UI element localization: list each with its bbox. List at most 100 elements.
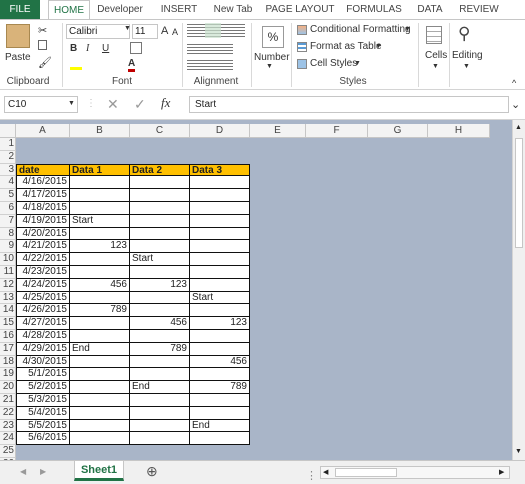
chevron-down-icon[interactable]: ▼ (463, 63, 470, 70)
worksheet[interactable]: A B C D E F G H 1 2 3 4 5 6 7 8 9 10 11 12 13 14 15 16 17 18 19 20 2… (0, 120, 525, 471)
vertical-scroll-thumb[interactable] (515, 138, 523, 248)
data-cell[interactable] (70, 176, 130, 190)
horizontal-align-icons[interactable] (187, 44, 233, 54)
data-cell[interactable]: 789 (70, 304, 130, 318)
data-cell[interactable] (70, 368, 130, 382)
row-header-23[interactable]: 23 (0, 419, 16, 433)
date-cell[interactable]: 4/21/2015 (16, 240, 70, 254)
data-cell[interactable]: 789 (130, 342, 190, 356)
data-cell[interactable] (190, 304, 250, 318)
scroll-left-icon[interactable]: ◀ (323, 468, 328, 476)
data-cell[interactable]: 789 (190, 381, 250, 394)
data-cell[interactable] (130, 227, 190, 241)
middle-align-button[interactable] (205, 23, 221, 38)
data-cell[interactable] (130, 432, 190, 446)
scroll-up-icon[interactable]: ▲ (515, 124, 522, 131)
cell-styles-button[interactable]: Cell Styles (310, 58, 357, 69)
data-cell[interactable]: 456 (190, 355, 250, 369)
column-header-a[interactable]: A (16, 124, 70, 138)
tab-home[interactable]: HOME (48, 0, 90, 20)
shrink-font-button[interactable]: A (172, 27, 178, 37)
date-cell[interactable]: 4/29/2015 (16, 342, 70, 356)
grow-font-button[interactable]: A (161, 25, 168, 37)
table-header-cell[interactable]: Data 2 (130, 163, 190, 177)
row-header-22[interactable]: 22 (0, 406, 16, 420)
vertical-scrollbar[interactable]: ▲ ▼ (512, 120, 525, 460)
insert-function-icon[interactable]: fx (161, 95, 170, 111)
row-header-7[interactable]: 7 (0, 214, 16, 228)
data-cell[interactable] (70, 291, 130, 305)
indent-icons[interactable] (187, 60, 233, 70)
data-cell[interactable] (130, 240, 190, 254)
data-cell[interactable]: Start (130, 253, 190, 266)
copy-icon[interactable] (38, 40, 47, 50)
date-cell[interactable]: 4/22/2015 (16, 253, 70, 266)
chevron-down-icon[interactable]: ▼ (375, 43, 382, 50)
collapse-ribbon-icon[interactable]: ^ (512, 78, 516, 88)
data-cell[interactable] (70, 381, 130, 394)
tab-data[interactable]: DATA (412, 0, 448, 19)
data-cell[interactable] (190, 202, 250, 215)
chevron-down-icon[interactable]: ▼ (354, 60, 361, 67)
data-cell[interactable] (130, 189, 190, 202)
data-cell[interactable] (190, 176, 250, 190)
row-header-10[interactable]: 10 (0, 253, 16, 266)
tab-file[interactable]: FILE (0, 0, 40, 19)
date-cell[interactable]: 4/23/2015 (16, 266, 70, 279)
data-cell[interactable]: 123 (190, 317, 250, 330)
data-cell[interactable]: 123 (70, 240, 130, 254)
name-box[interactable]: C10 (4, 96, 78, 113)
data-cell[interactable] (70, 406, 130, 420)
tab-new-tab[interactable]: New Tab (210, 0, 256, 19)
row-header-2[interactable]: 2 (0, 150, 16, 164)
data-cell[interactable] (70, 266, 130, 279)
column-header-h[interactable]: H (428, 124, 490, 138)
row-header-16[interactable]: 16 (0, 330, 16, 343)
font-color-icon[interactable]: A (128, 58, 136, 72)
row-header-12[interactable]: 12 (0, 278, 16, 292)
row-header-18[interactable]: 18 (0, 355, 16, 369)
data-cell[interactable] (130, 406, 190, 420)
sheet-tab-sheet1[interactable]: Sheet1 (74, 461, 124, 481)
data-cell[interactable] (70, 419, 130, 433)
percent-icon[interactable]: % (262, 26, 284, 48)
format-painter-icon[interactable]: 🖌 (38, 56, 52, 69)
row-header-13[interactable]: 13 (0, 291, 16, 305)
tab-formulas[interactable]: FORMULAS (344, 0, 404, 19)
data-cell[interactable]: End (190, 419, 250, 433)
date-cell[interactable]: 4/16/2015 (16, 176, 70, 190)
data-cell[interactable] (130, 394, 190, 407)
row-header-14[interactable]: 14 (0, 304, 16, 318)
data-cell[interactable]: End (130, 381, 190, 394)
row-header-25[interactable]: 25 (0, 445, 16, 458)
data-cell[interactable] (130, 214, 190, 228)
row-header-11[interactable]: 11 (0, 266, 16, 279)
data-cell[interactable] (190, 227, 250, 241)
row-header-9[interactable]: 9 (0, 240, 16, 254)
scroll-down-icon[interactable]: ▼ (515, 448, 522, 455)
conditional-formatting-button[interactable]: Conditional Formatting (310, 24, 411, 35)
data-cell[interactable] (190, 342, 250, 356)
date-cell[interactable]: 4/19/2015 (16, 214, 70, 228)
date-cell[interactable]: 4/24/2015 (16, 278, 70, 292)
row-header-20[interactable]: 20 (0, 381, 16, 394)
data-cell[interactable] (130, 330, 190, 343)
chevron-down-icon[interactable]: ▼ (68, 100, 75, 107)
date-cell[interactable]: 5/6/2015 (16, 432, 70, 446)
date-cell[interactable]: 4/28/2015 (16, 330, 70, 343)
date-cell[interactable]: 4/20/2015 (16, 227, 70, 241)
data-cell[interactable]: 456 (70, 278, 130, 292)
column-header-b[interactable]: B (70, 124, 130, 138)
data-cell[interactable] (190, 253, 250, 266)
data-cell[interactable] (70, 189, 130, 202)
row-header-15[interactable]: 15 (0, 317, 16, 330)
date-cell[interactable]: 5/4/2015 (16, 406, 70, 420)
data-cell[interactable] (190, 368, 250, 382)
column-header-f[interactable]: F (306, 124, 368, 138)
table-header-cell[interactable]: date (16, 163, 70, 177)
data-cell[interactable] (190, 278, 250, 292)
expand-formula-icon[interactable]: ⌄ (511, 98, 520, 111)
data-cell[interactable] (70, 202, 130, 215)
date-cell[interactable]: 4/17/2015 (16, 189, 70, 202)
tab-review[interactable]: REVIEW (454, 0, 504, 19)
